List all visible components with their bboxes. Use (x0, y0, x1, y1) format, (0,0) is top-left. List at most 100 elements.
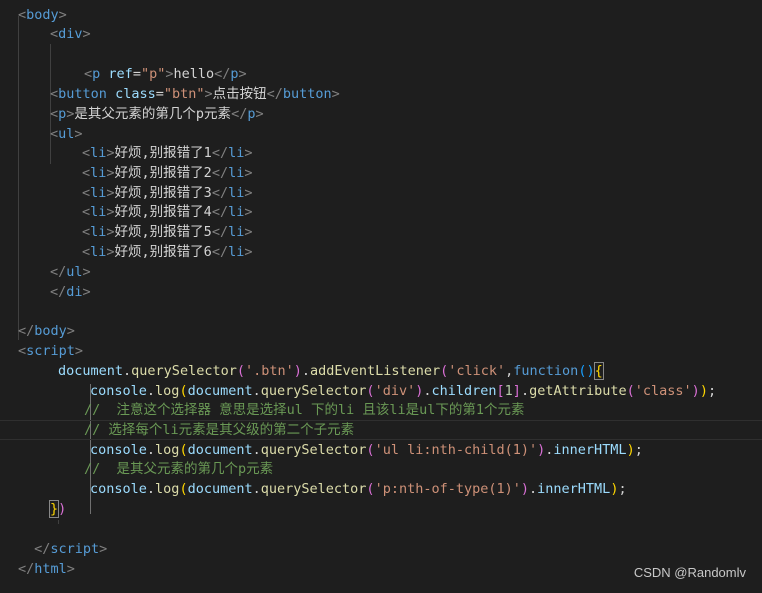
code-line[interactable] (0, 519, 762, 539)
code-line[interactable]: console.log(document.querySelector('div'… (0, 381, 762, 401)
code-token-fn: querySelector (131, 363, 237, 379)
code-token-tag: ul (66, 264, 83, 280)
code-line[interactable]: console.log(document.querySelector('p:nt… (0, 479, 762, 499)
code-token-fn: log (155, 383, 180, 399)
code-token-var: document (187, 481, 253, 497)
code-token-num: 1 (504, 383, 513, 399)
code-token-tag: body (26, 7, 59, 23)
code-token-bracket: > (331, 86, 340, 102)
code-line[interactable]: <script> (0, 341, 762, 361)
code-token-bracket: </ (211, 244, 229, 260)
code-token-b2: ( (366, 442, 375, 458)
code-line[interactable] (0, 301, 762, 321)
code-token-bracket: < (84, 66, 93, 82)
code-token-tag: li (228, 185, 245, 201)
code-token-text: = (132, 66, 141, 82)
code-line[interactable]: // 选择每个li元素是其父级的第二个子元素 (0, 420, 762, 440)
code-token-fn: log (155, 481, 180, 497)
code-line[interactable]: // 是其父元素的第几个p元素 (0, 459, 762, 479)
code-token-tag: div (58, 26, 83, 42)
code-token-text: 好烦,别报错了3 (114, 185, 212, 201)
code-token-attr: class (115, 86, 156, 102)
code-token-fn: log (155, 442, 180, 458)
code-line[interactable]: <ul> (0, 124, 762, 144)
code-token-attr: ref (108, 66, 133, 82)
code-token-str: "btn" (163, 86, 205, 102)
code-token-tag: html (34, 561, 67, 577)
code-line[interactable]: }) (0, 499, 762, 519)
code-token-text: . (520, 383, 530, 399)
code-token-kw: function (513, 363, 579, 379)
code-token-bracket: > (244, 244, 253, 260)
code-token-b1: ) (699, 383, 708, 399)
code-token-var: innerHTML (553, 442, 627, 458)
code-line[interactable]: <li>好烦,别报错了3</li> (0, 183, 762, 203)
code-line[interactable]: </script> (0, 539, 762, 559)
code-line[interactable]: </body> (0, 321, 762, 341)
code-token-tag: di (66, 284, 83, 300)
code-token-text: 是其父元素的第几个p元素 (74, 106, 232, 122)
code-line[interactable]: </di> (0, 282, 762, 302)
code-token-var: children (431, 383, 497, 399)
code-token-bracket: </ (18, 323, 35, 339)
code-token-cmt: // 是其父元素的第几个p元素 (84, 461, 274, 477)
code-token-b2: ) (520, 481, 530, 497)
code-line[interactable]: <li>好烦,别报错了1</li> (0, 143, 762, 163)
code-token-cmt: // 注意这个选择器 意思是选择ul 下的li 且该li是ul下的第1个元素 (84, 402, 525, 418)
code-token-text: hello (173, 66, 215, 82)
code-line[interactable]: <button class="btn">点击按钮</button> (0, 84, 762, 104)
code-line[interactable]: </ul> (0, 262, 762, 282)
code-token-fn: addEventListener (310, 363, 441, 379)
code-token-tag: li (90, 244, 107, 260)
code-line[interactable]: <li>好烦,别报错了2</li> (0, 163, 762, 183)
code-token-str: 'p:nth-of-type(1)' (374, 481, 521, 497)
code-token-bracket: > (74, 126, 83, 142)
code-line[interactable]: <div> (0, 24, 762, 44)
code-token-var: innerHTML (537, 481, 611, 497)
code-token-bracket: > (204, 86, 213, 102)
code-token-bracket: > (244, 145, 253, 161)
code-token-str: 'click' (448, 363, 506, 379)
code-line[interactable]: <body> (0, 5, 762, 25)
code-token-bracket: > (244, 204, 253, 220)
code-token-bracket: > (74, 343, 84, 359)
code-token-tag: button (282, 86, 332, 102)
code-token-var: document (187, 383, 253, 399)
code-token-bracket: </ (211, 204, 229, 220)
code-token-b2: ( (236, 363, 245, 379)
code-token-var: document (58, 363, 124, 379)
code-line[interactable]: <p>是其父元素的第几个p元素</p> (0, 104, 762, 124)
code-token-bracket: > (99, 541, 108, 557)
watermark: CSDN @Randomlv (633, 565, 746, 580)
code-token-bracket: < (82, 204, 91, 220)
code-line[interactable]: <li>好烦,别报错了5</li> (0, 222, 762, 242)
code-editor[interactable]: <body> <div> <p ref="p">hello</p> <button c… (0, 0, 762, 593)
code-token-bracket: > (106, 204, 115, 220)
code-token-b2: ) (691, 383, 700, 399)
code-token-fn: querySelector (260, 481, 367, 497)
code-line[interactable]: console.log(document.querySelector('ul l… (0, 440, 762, 460)
code-line[interactable]: <p ref="p">hello</p> (0, 64, 762, 84)
code-token-str: "p" (140, 66, 166, 82)
code-line[interactable]: <li>好烦,别报错了6</li> (0, 242, 762, 262)
code-token-bracket: < (82, 145, 91, 161)
code-line[interactable]: document.querySelector('.btn').addEventL… (0, 361, 762, 381)
code-token-bracket: > (244, 185, 253, 201)
code-token-bracket: > (106, 244, 115, 260)
code-token-bracket: </ (26, 541, 51, 557)
code-token-tag: li (228, 204, 245, 220)
code-token-bracket: </ (18, 561, 35, 577)
code-line[interactable]: <li>好烦,别报错了4</li> (0, 202, 762, 222)
code-line[interactable]: // 注意这个选择器 意思是选择ul 下的li 且该li是ul下的第1个元素 (0, 400, 762, 420)
code-token-tag: li (228, 165, 245, 181)
code-token-tag: button (58, 86, 107, 102)
code-token-text: . (123, 363, 132, 379)
code-token-tag: li (90, 204, 107, 220)
code-token-bracket: > (106, 165, 115, 181)
code-token-bracket: > (66, 323, 75, 339)
code-token-bracket: > (82, 26, 91, 42)
code-line[interactable] (0, 44, 762, 64)
code-token-text: 好烦,别报错了2 (114, 165, 212, 181)
code-token-bracket: < (50, 106, 59, 122)
